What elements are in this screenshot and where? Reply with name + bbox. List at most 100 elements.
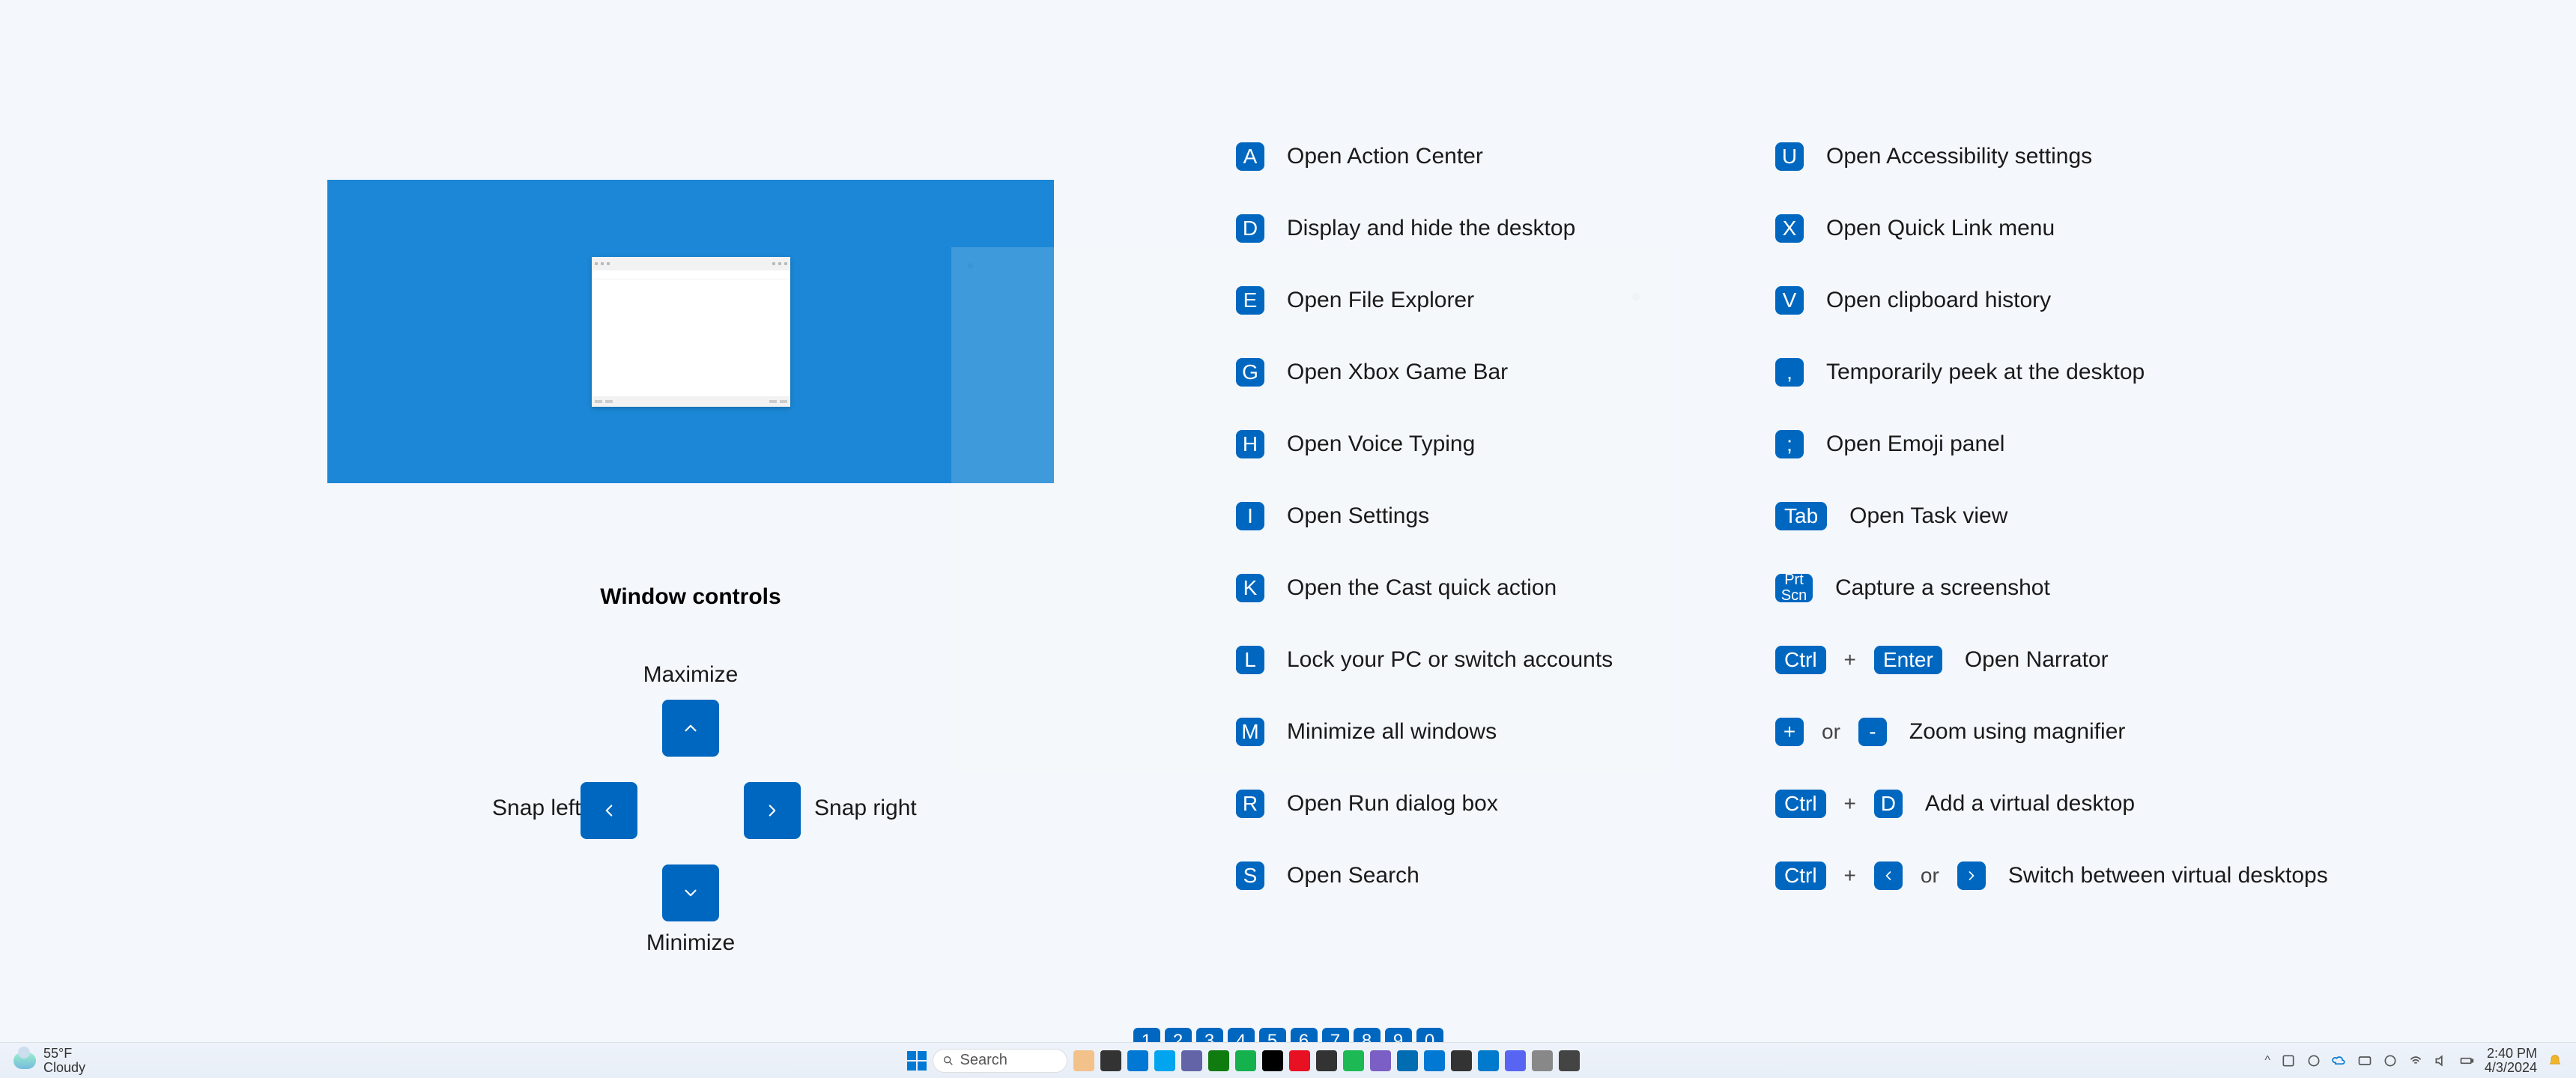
clock-date: 4/3/2024 <box>2485 1061 2537 1075</box>
chevron-left-icon <box>599 801 619 820</box>
window-controls-title: Window controls <box>327 584 1054 610</box>
key-separator: + <box>1844 792 1856 816</box>
taskbar-app-vs[interactable] <box>1424 1050 1445 1071</box>
keycap: Ctrl <box>1775 790 1826 818</box>
keycap: I <box>1236 502 1264 530</box>
taskbar-app-office[interactable] <box>1289 1050 1310 1071</box>
shortcut-description: Open Run dialog box <box>1287 791 1498 817</box>
shortcut-description: Temporarily peek at the desktop <box>1826 360 2145 385</box>
illustration-desktop <box>327 180 1054 483</box>
tray-icon-4[interactable] <box>2383 1053 2398 1068</box>
onedrive-icon[interactable] <box>2332 1053 2347 1068</box>
shortcut-description: Open Narrator <box>1965 647 2109 673</box>
shortcut-row: Ctrl+orSwitch between virtual desktops <box>1775 862 2360 890</box>
chevron-right-icon <box>763 801 782 820</box>
taskbar-app-app1[interactable] <box>1370 1050 1391 1071</box>
taskbar-center: Search <box>225 1049 2261 1073</box>
battery-icon[interactable] <box>2459 1053 2474 1068</box>
chevron-up-icon <box>681 718 700 738</box>
taskbar-app-outlook[interactable] <box>1154 1050 1175 1071</box>
weather-widget[interactable]: 55°F Cloudy <box>13 1047 85 1075</box>
page-content: Window controls Maximize Snap left Snap … <box>0 0 2576 1078</box>
shortcut-row: +or-Zoom using magnifier <box>1775 718 2360 746</box>
tray-icon-2[interactable] <box>2306 1053 2321 1068</box>
taskbar-app-edge[interactable] <box>1127 1050 1148 1071</box>
keycap: PrtScn <box>1775 574 1813 602</box>
shortcuts-column-1: AOpen Action Center D Display and hide the… <box>1236 142 1745 890</box>
keycap: ; <box>1775 430 1804 458</box>
shortcut-row: M Minimize all windows <box>1236 718 1745 746</box>
label-minimize: Minimize <box>646 930 735 956</box>
shortcut-description: Add a virtual desktop <box>1925 791 2135 817</box>
shortcut-row: SOpen Search <box>1236 862 1745 890</box>
shortcut-description: Open Settings <box>1287 503 1429 529</box>
arrow-up-key <box>662 700 719 757</box>
taskbar-app-vscode[interactable] <box>1478 1050 1499 1071</box>
taskbar-app-spotify[interactable] <box>1343 1050 1364 1071</box>
wifi-icon[interactable] <box>2408 1053 2423 1068</box>
shortcut-description: Open Xbox Game Bar <box>1287 360 1508 385</box>
taskbar-app-store[interactable] <box>1262 1050 1283 1071</box>
keycap: L <box>1236 646 1264 674</box>
shortcut-row: KOpen the Cast quick action <box>1236 574 1745 602</box>
shortcut-row: XOpen Quick Link menu <box>1775 214 2360 243</box>
taskbar-app-settings[interactable] <box>1532 1050 1553 1071</box>
keycap: R <box>1236 790 1264 818</box>
taskbar-app-file-explorer[interactable] <box>1100 1050 1121 1071</box>
tray-icon-1[interactable] <box>2281 1053 2296 1068</box>
taskbar-clock[interactable]: 2:40 PM 4/3/2024 <box>2485 1047 2537 1075</box>
taskbar-app-app2[interactable] <box>1397 1050 1418 1071</box>
taskbar-app-xbox[interactable] <box>1208 1050 1229 1071</box>
keycap: D <box>1236 214 1264 243</box>
shortcut-description: Display and hide the desktop <box>1287 216 1575 241</box>
label-snap-left: Snap left <box>492 796 581 821</box>
shortcut-description: Minimize all windows <box>1287 719 1497 745</box>
cloud-icon <box>13 1053 36 1069</box>
taskbar-search[interactable]: Search <box>933 1049 1067 1073</box>
keycap: - <box>1858 718 1887 746</box>
search-placeholder: Search <box>960 1052 1007 1069</box>
shortcut-row: GOpen Xbox Game Bar <box>1236 358 1745 387</box>
tray-icon-3[interactable] <box>2357 1053 2372 1068</box>
keycap: V <box>1775 286 1804 315</box>
shortcut-row: UOpen Accessibility settings <box>1775 142 2360 171</box>
shortcut-row: I Open Settings <box>1236 502 1745 530</box>
keycap: D <box>1874 790 1903 818</box>
taskbar-app-copilot[interactable] <box>1073 1050 1094 1071</box>
shortcut-description: Open Emoji panel <box>1826 431 2004 457</box>
shortcut-row: TabOpen Task view <box>1775 502 2360 530</box>
keycap: , <box>1775 358 1804 387</box>
shortcut-description: Open clipboard history <box>1826 288 2051 313</box>
key-separator: + <box>1844 648 1856 672</box>
taskbar-app-teams[interactable] <box>1181 1050 1202 1071</box>
key-separator: or <box>1822 720 1840 744</box>
arrow-left-key <box>1874 862 1903 890</box>
keycap: E <box>1236 286 1264 315</box>
shortcut-row: R Open Run dialog box <box>1236 790 1745 818</box>
shortcut-row: Ctrl+EnterOpen Narrator <box>1775 646 2360 674</box>
clock-time: 2:40 PM <box>2485 1047 2537 1061</box>
keycap: M <box>1236 718 1264 746</box>
shortcut-row: AOpen Action Center <box>1236 142 1745 171</box>
shortcut-row: PrtScnCapture a screenshot <box>1775 574 2360 602</box>
shortcut-description: Lock your PC or switch accounts <box>1287 647 1613 673</box>
taskbar-app-notepad[interactable] <box>1451 1050 1472 1071</box>
tray-overflow-icon[interactable]: ^ <box>2264 1054 2270 1068</box>
taskbar-app-app3[interactable] <box>1559 1050 1580 1071</box>
illustration-window <box>592 257 790 407</box>
taskbar[interactable]: 55°F Cloudy Search ^ 2:40 PM <box>0 1042 2576 1078</box>
taskbar-app-discord[interactable] <box>1505 1050 1526 1071</box>
key-separator: + <box>1844 864 1856 888</box>
shortcut-description: Zoom using magnifier <box>1909 719 2125 745</box>
start-button[interactable] <box>907 1051 927 1071</box>
taskbar-right: ^ 2:40 PM 4/3/2024 <box>2261 1047 2576 1075</box>
shortcut-row: L Lock your PC or switch accounts <box>1236 646 1745 674</box>
notification-icon[interactable] <box>2548 1053 2563 1068</box>
taskbar-app-phone-link[interactable] <box>1235 1050 1256 1071</box>
volume-icon[interactable] <box>2434 1053 2449 1068</box>
shortcut-description: Open Voice Typing <box>1287 431 1475 457</box>
weather-condition: Cloudy <box>43 1061 85 1075</box>
taskbar-app-terminal[interactable] <box>1316 1050 1337 1071</box>
shortcut-description: Open Search <box>1287 863 1419 888</box>
shortcut-description: Open Quick Link menu <box>1826 216 2055 241</box>
